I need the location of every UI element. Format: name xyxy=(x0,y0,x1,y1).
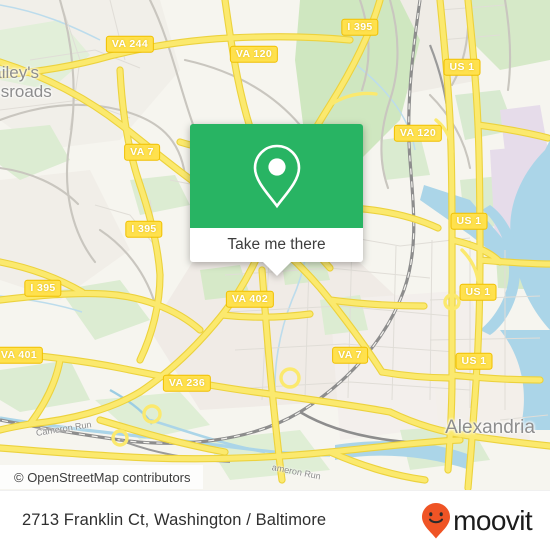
road-shield: VA 120 xyxy=(393,124,443,142)
road-shield: VA 7 xyxy=(124,143,160,161)
moovit-map-screen: VA 244 VA 120 I 395 US 1 VA 120 VA 7 US … xyxy=(0,0,550,550)
moovit-logo[interactable]: moovit xyxy=(421,502,533,540)
location-address: 2713 Franklin Ct, Washington / Baltimore xyxy=(22,511,327,529)
map-pin-icon xyxy=(253,144,300,209)
place-label-baileys-crossroads: ailey's ssroads xyxy=(0,63,52,101)
road-shield: US 1 xyxy=(450,212,488,230)
take-me-there-label: Take me there xyxy=(227,236,326,253)
callout-header xyxy=(190,124,363,228)
road-shield: VA 402 xyxy=(225,290,275,308)
road-shield: I 395 xyxy=(24,279,62,297)
road-shield: VA 7 xyxy=(332,346,368,364)
place-label-alexandria: Alexandria xyxy=(445,417,535,438)
road-shield: I 395 xyxy=(125,220,163,238)
moovit-pin-smile-icon xyxy=(422,502,451,538)
road-shield: VA 244 xyxy=(105,35,155,53)
take-me-there-button[interactable]: Take me there xyxy=(190,228,363,262)
callout-pointer xyxy=(261,261,292,276)
road-shield: US 1 xyxy=(455,352,493,370)
map-canvas[interactable]: VA 244 VA 120 I 395 US 1 VA 120 VA 7 US … xyxy=(0,0,550,490)
road-shield: VA 236 xyxy=(162,374,212,392)
destination-callout-card[interactable]: Take me there xyxy=(190,124,363,276)
road-shield: VA 120 xyxy=(229,45,279,63)
moovit-wordmark: moovit xyxy=(453,504,532,536)
footer-bar: 2713 Franklin Ct, Washington / Baltimore… xyxy=(0,490,550,550)
road-shield: US 1 xyxy=(459,283,497,301)
road-shield: I 395 xyxy=(341,18,379,36)
map-attribution[interactable]: © OpenStreetMap contributors xyxy=(0,465,203,489)
attribution-text: © OpenStreetMap contributors xyxy=(14,469,191,485)
road-shield: VA 401 xyxy=(0,346,44,364)
road-shield: US 1 xyxy=(443,58,481,76)
